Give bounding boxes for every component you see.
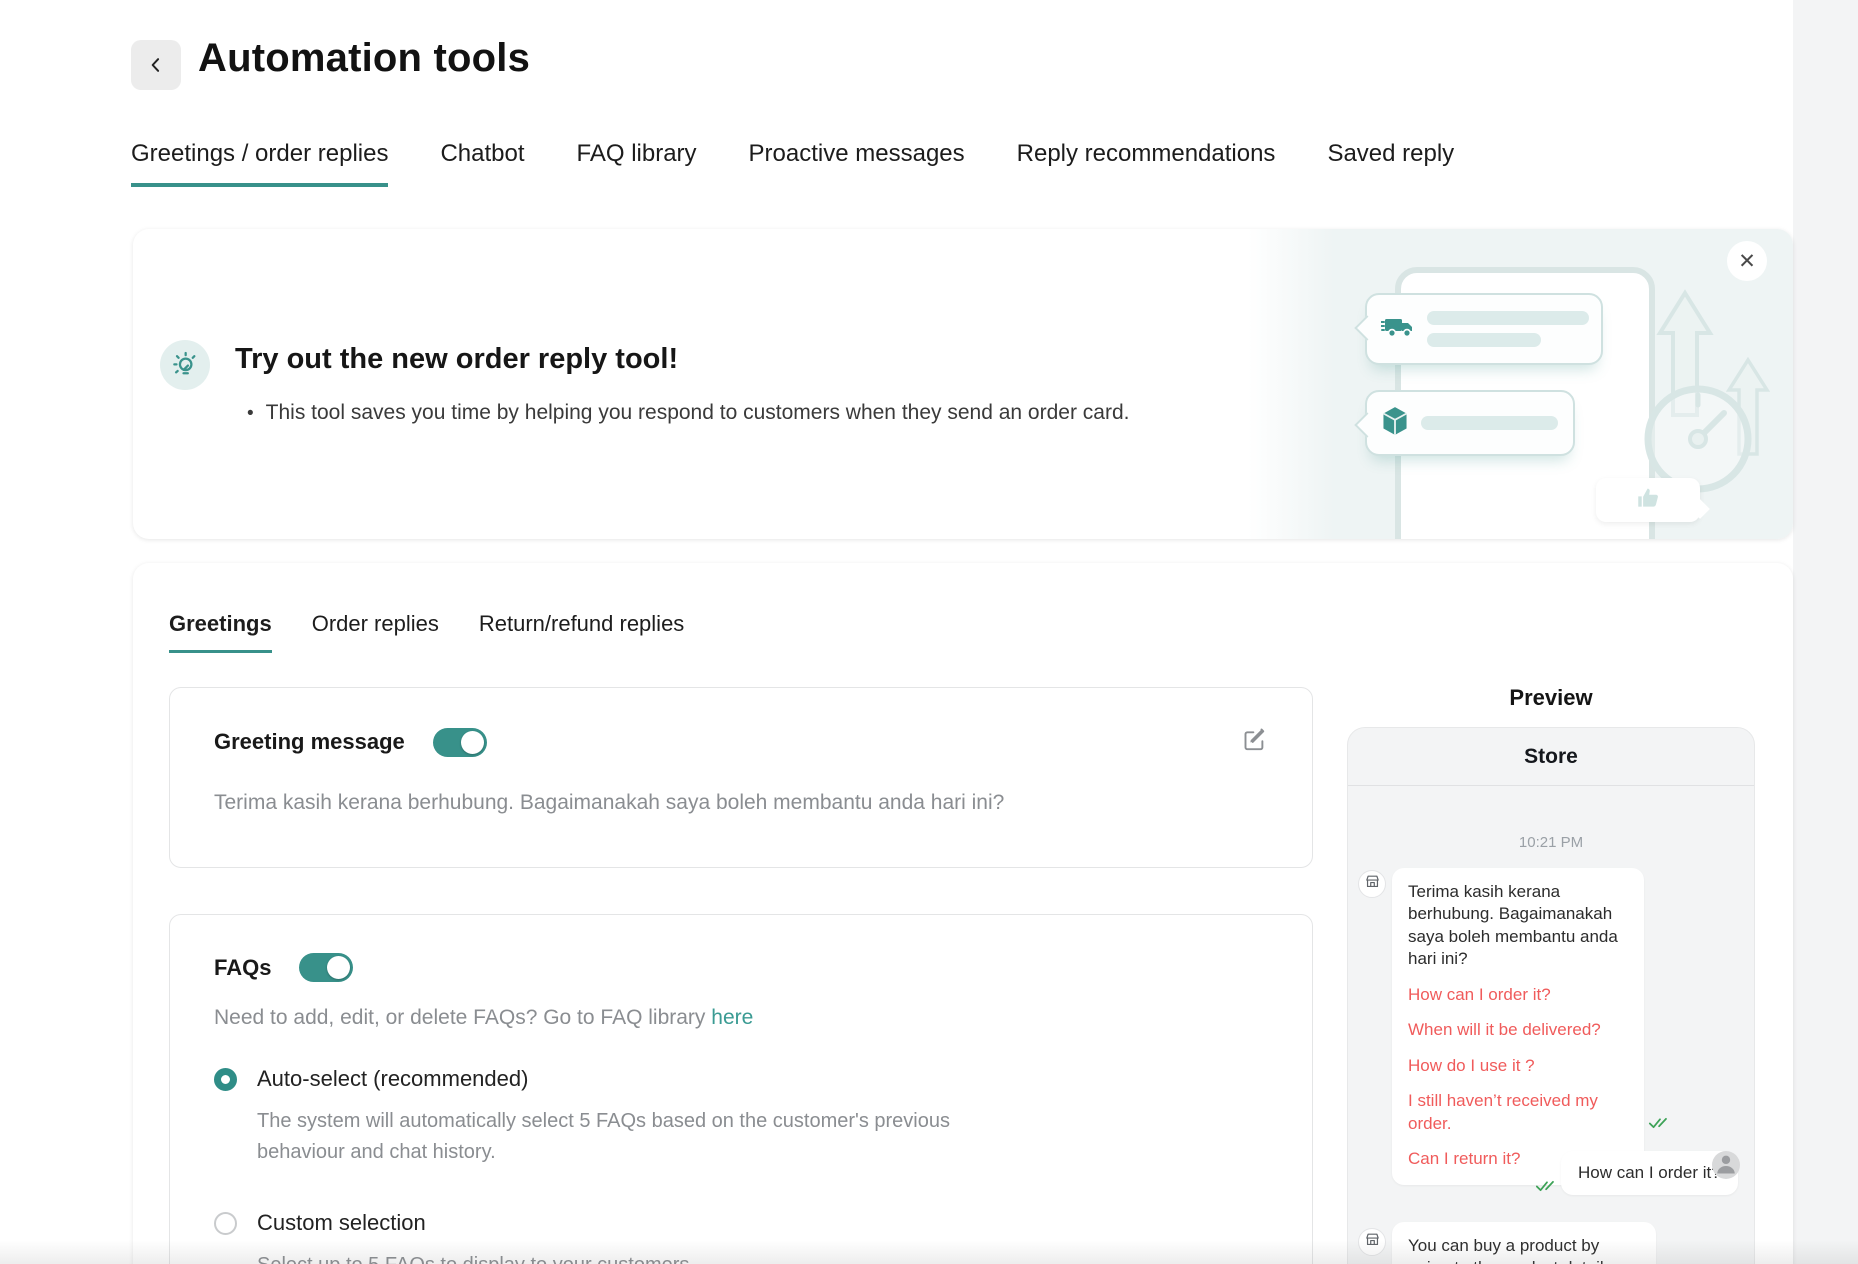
chat-preview-phone: Store 10:21 PM Terima kasih kerana berhu… — [1347, 727, 1755, 1264]
user-message-bubble: How can I order it? — [1561, 1151, 1738, 1195]
storefront-icon — [1364, 873, 1381, 895]
radio-auto-select-recommended[interactable] — [214, 1068, 237, 1091]
person-icon — [1712, 1151, 1740, 1179]
chat-faq-link[interactable]: How do I use it ? — [1408, 1055, 1628, 1077]
page-right-background — [1793, 0, 1858, 1264]
greeting-bubble-text: Terima kasih kerana berhubung. Bagaimana… — [1408, 881, 1628, 971]
greeting-bubble: Terima kasih kerana berhubung. Bagaimana… — [1392, 868, 1644, 1185]
placeholder-text-lines — [1427, 311, 1589, 347]
edit-greeting-button[interactable] — [1241, 726, 1268, 758]
option-label[interactable]: Auto-select (recommended) — [257, 1066, 528, 1092]
user-avatar — [1712, 1151, 1740, 1179]
option-label[interactable]: Custom selection — [257, 1210, 426, 1236]
faq-option-head: Auto-select (recommended) — [214, 1066, 1268, 1092]
banner-bullet: This tool saves you time by helping you … — [247, 401, 1129, 425]
chat-faq-link[interactable]: When will it be delivered? — [1408, 1019, 1628, 1041]
illustration-chat-bubble — [1365, 293, 1603, 365]
greeting-message-card: Greeting message Terima kasih kerana ber… — [169, 687, 1313, 868]
illustration-chat-bubble — [1365, 390, 1575, 456]
edit-square-icon — [1241, 726, 1268, 758]
faq-option-head: Custom selection — [214, 1210, 1268, 1236]
sub-tab-return-refund-replies[interactable]: Return/refund replies — [479, 611, 684, 653]
chat-faq-link[interactable]: I still haven’t received my order. — [1408, 1090, 1628, 1135]
thumbs-up-icon — [1635, 485, 1661, 516]
faq-selection-options: Auto-select (recommended) The system will… — [214, 1066, 1268, 1264]
double-check-icon — [1648, 1116, 1672, 1135]
store-avatar — [1358, 870, 1386, 898]
tab-proactive-messages[interactable]: Proactive messages — [749, 140, 965, 187]
faqs-card: FAQs Need to add, edit, or delete FAQs? … — [169, 914, 1313, 1264]
greeting-message-text: Terima kasih kerana berhubung. Bagaimana… — [214, 791, 1268, 815]
store-name: Store — [1524, 745, 1578, 769]
package-cube-icon — [1381, 406, 1409, 441]
faqs-toggle[interactable] — [299, 953, 353, 982]
close-icon: ✕ — [1738, 249, 1756, 274]
faq-help-text: Need to add, edit, or delete FAQs? Go to… — [214, 1006, 1268, 1030]
content-card: Greetings Order replies Return/refund repl… — [133, 563, 1793, 1264]
banner-close-button[interactable]: ✕ — [1727, 241, 1767, 281]
lightbulb-icon — [160, 340, 210, 390]
tab-greetings-order-replies[interactable]: Greetings / order replies — [131, 140, 388, 187]
faq-option-auto-select-recommended: Auto-select (recommended) The system will… — [214, 1066, 1268, 1168]
viewport-bottom-fade — [0, 1240, 1858, 1264]
radio-custom-selection[interactable] — [214, 1212, 237, 1235]
sub-tab-order-replies[interactable]: Order replies — [312, 611, 439, 653]
tab-reply-recommendations[interactable]: Reply recommendations — [1017, 140, 1276, 187]
tabs: Greetings / order replies Chatbot FAQ libr… — [131, 140, 1454, 187]
sub-tab-greetings[interactable]: Greetings — [169, 611, 272, 653]
tab-saved-reply[interactable]: Saved reply — [1327, 140, 1454, 187]
tab-faq-library[interactable]: FAQ library — [577, 140, 697, 187]
placeholder-text-lines — [1421, 416, 1558, 430]
promo-banner: Try out the new order reply tool! This t… — [133, 229, 1793, 539]
chat-header: Store — [1348, 728, 1754, 786]
back-button[interactable] — [131, 40, 181, 90]
faqs-card-title: FAQs — [214, 955, 271, 981]
sub-tabs: Greetings Order replies Return/refund repl… — [169, 611, 684, 653]
chat-timestamp: 10:21 PM — [1348, 834, 1754, 851]
faq-help-label: Need to add, edit, or delete FAQs? Go to… — [214, 1006, 705, 1029]
chevron-left-icon — [146, 55, 166, 75]
faq-library-link[interactable]: here — [711, 1006, 753, 1029]
page-title: Automation tools — [198, 36, 530, 81]
automation-tools-page: Automation tools Greetings / order repli… — [0, 0, 1858, 1264]
preview-title: Preview — [1347, 685, 1755, 711]
option-description: The system will automatically select 5 F… — [257, 1106, 967, 1168]
banner-title: Try out the new order reply tool! — [235, 343, 678, 376]
double-check-icon — [1535, 1179, 1559, 1198]
tab-chatbot[interactable]: Chatbot — [440, 140, 524, 187]
greeting-card-title: Greeting message — [214, 729, 405, 755]
greeting-toggle[interactable] — [433, 728, 487, 757]
delivery-truck-icon — [1381, 312, 1415, 347]
chat-faq-link[interactable]: How can I order it? — [1408, 984, 1628, 1006]
faq-links-list: How can I order it? When will it be deliv… — [1408, 984, 1628, 1171]
thumbs-up-bubble — [1596, 478, 1700, 522]
banner-illustration — [1248, 229, 1793, 539]
